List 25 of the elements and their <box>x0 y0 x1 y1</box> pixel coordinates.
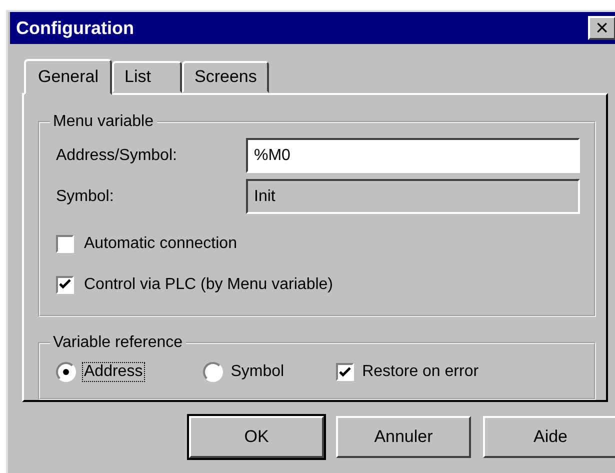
checkbox-label: Control via PLC (by Menu variable) <box>84 276 333 294</box>
tab[interactable]: Screens <box>182 61 269 93</box>
field-label: Address/Symbol: <box>56 146 178 164</box>
radio-button[interactable] <box>202 362 223 382</box>
checkbox[interactable] <box>56 276 74 294</box>
close-button[interactable]: × <box>588 16 615 40</box>
checkbox[interactable] <box>336 363 354 381</box>
checkbox-label: Automatic connection <box>84 234 237 252</box>
check-icon <box>339 366 352 378</box>
checkbox-label: Restore on error <box>361 362 480 382</box>
radio-label: Address <box>82 362 145 382</box>
check-icon <box>59 279 71 290</box>
field-label: Symbol: <box>56 188 115 206</box>
group-title: Menu variable <box>52 113 154 131</box>
group-title: Variable reference <box>52 334 184 352</box>
tab[interactable]: General <box>24 59 112 95</box>
radio-button[interactable] <box>56 362 76 382</box>
radio-label: Symbol <box>230 362 286 382</box>
window-title: Configuration <box>16 18 134 38</box>
checkbox[interactable] <box>56 234 74 252</box>
dialog-button[interactable]: Annuler <box>336 416 471 458</box>
dialog-button[interactable]: Aide <box>483 416 615 458</box>
input-field[interactable]: %M0 <box>246 138 580 173</box>
dialog-button[interactable]: OK <box>189 416 324 458</box>
tab[interactable]: List <box>112 61 182 93</box>
